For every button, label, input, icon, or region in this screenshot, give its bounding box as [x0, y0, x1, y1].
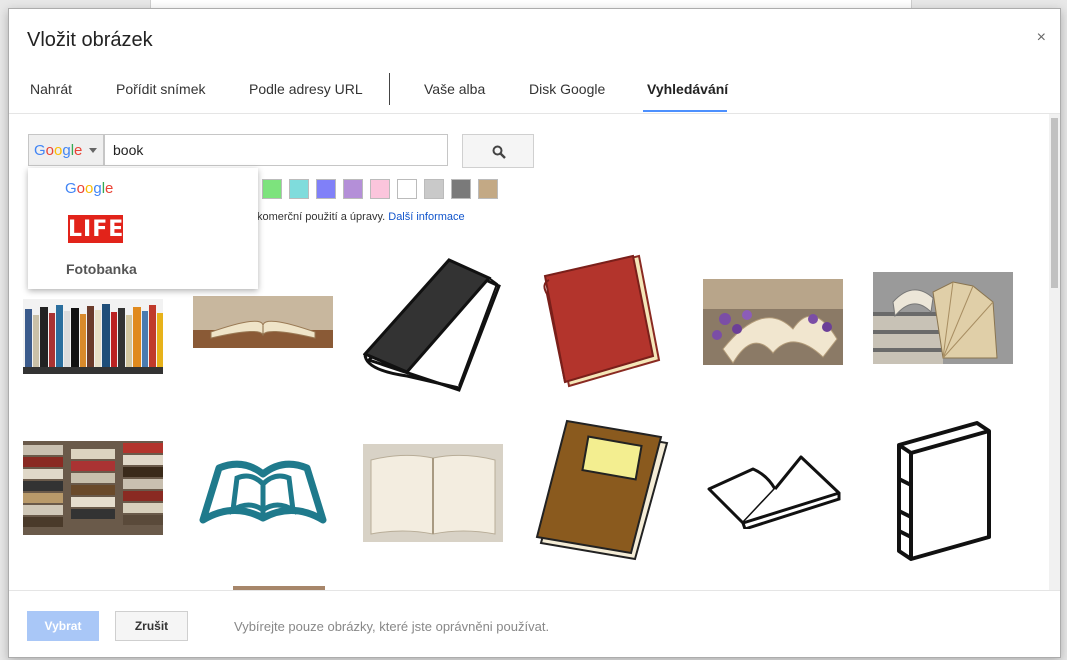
- cancel-button[interactable]: Zrušit: [115, 611, 188, 641]
- color-swatch-teal[interactable]: [289, 179, 309, 199]
- select-button[interactable]: Vybrat: [27, 611, 99, 641]
- tab-upload[interactable]: Nahrát: [30, 81, 72, 97]
- tab-your-albums[interactable]: Vaše alba: [424, 81, 485, 97]
- results-scrollbar[interactable]: [1049, 114, 1060, 590]
- dropdown-option-google[interactable]: Google: [65, 180, 113, 197]
- chevron-down-icon: [89, 148, 97, 153]
- result-thumbnail-closed-book-outline[interactable]: [893, 419, 997, 561]
- tab-take-snapshot[interactable]: Pořídit snímek: [116, 81, 205, 97]
- search-input[interactable]: [104, 134, 448, 166]
- result-thumbnail-red-book[interactable]: [535, 254, 675, 394]
- result-thumbnail-open-book-outline[interactable]: [703, 449, 843, 529]
- result-thumbnail-lavender-book[interactable]: [703, 279, 843, 365]
- insert-image-dialog: Vložit obrázek × Nahrát Pořídit snímek P…: [8, 8, 1061, 658]
- result-thumbnail-black-book[interactable]: [363, 254, 503, 394]
- color-swatch-blue[interactable]: [316, 179, 336, 199]
- search-button[interactable]: [462, 134, 534, 168]
- license-text: komerční použití a úpravy.: [257, 211, 386, 223]
- result-thumbnail-teal-book-icon[interactable]: [193, 454, 333, 526]
- usage-note: Vybírejte pouze obrázky, které jste oprá…: [234, 619, 550, 634]
- search-icon: [492, 145, 506, 159]
- dialog-title: Vložit obrázek: [27, 29, 153, 51]
- tab-by-url[interactable]: Podle adresy URL: [249, 81, 363, 97]
- color-swatch-green[interactable]: [262, 179, 282, 199]
- active-tab-indicator: [643, 110, 727, 112]
- scrollbar-thumb[interactable]: [1051, 118, 1058, 288]
- tab-divider: [389, 73, 390, 105]
- dropdown-option-life[interactable]: LIFE: [68, 215, 123, 243]
- tab-search[interactable]: Vyhledávání: [647, 81, 728, 97]
- color-swatch-gray[interactable]: [424, 179, 444, 199]
- result-thumbnail-blank-open-book[interactable]: [363, 444, 503, 542]
- search-panel: Google komerční použití a úpravy. Další …: [9, 114, 1049, 590]
- tab-bar: Nahrát Pořídit snímek Podle adresy URL V…: [9, 69, 1060, 114]
- color-swatch-purple[interactable]: [343, 179, 363, 199]
- color-swatch-pink[interactable]: [370, 179, 390, 199]
- engine-dropdown-menu: Google LIFE Fotobanka: [28, 168, 258, 289]
- search-engine-select[interactable]: Google: [28, 134, 104, 166]
- more-info-link[interactable]: Další informace: [388, 211, 464, 223]
- close-icon[interactable]: ×: [1037, 29, 1046, 47]
- color-swatch-dark-gray[interactable]: [451, 179, 471, 199]
- color-swatch-brown[interactable]: [478, 179, 498, 199]
- result-thumbnail-book-stacks[interactable]: [23, 441, 163, 535]
- life-logo: LIFE: [68, 217, 125, 242]
- dialog-footer: Vybrat Zrušit Vybírejte pouze obrázky, k…: [9, 590, 1060, 657]
- result-thumbnail-open-book-table[interactable]: [193, 296, 333, 348]
- result-thumbnail-bookshelf[interactable]: [23, 299, 163, 374]
- result-thumbnail-fanned-book[interactable]: [873, 272, 1013, 364]
- color-swatch-white[interactable]: [397, 179, 417, 199]
- tab-google-drive[interactable]: Disk Google: [529, 81, 605, 97]
- license-note: komerční použití a úpravy. Další informa…: [257, 211, 465, 223]
- result-thumbnail-brown-book[interactable]: [535, 419, 675, 561]
- engine-select-label: Google: [34, 142, 83, 159]
- dropdown-option-fotobanka[interactable]: Fotobanka: [66, 261, 137, 277]
